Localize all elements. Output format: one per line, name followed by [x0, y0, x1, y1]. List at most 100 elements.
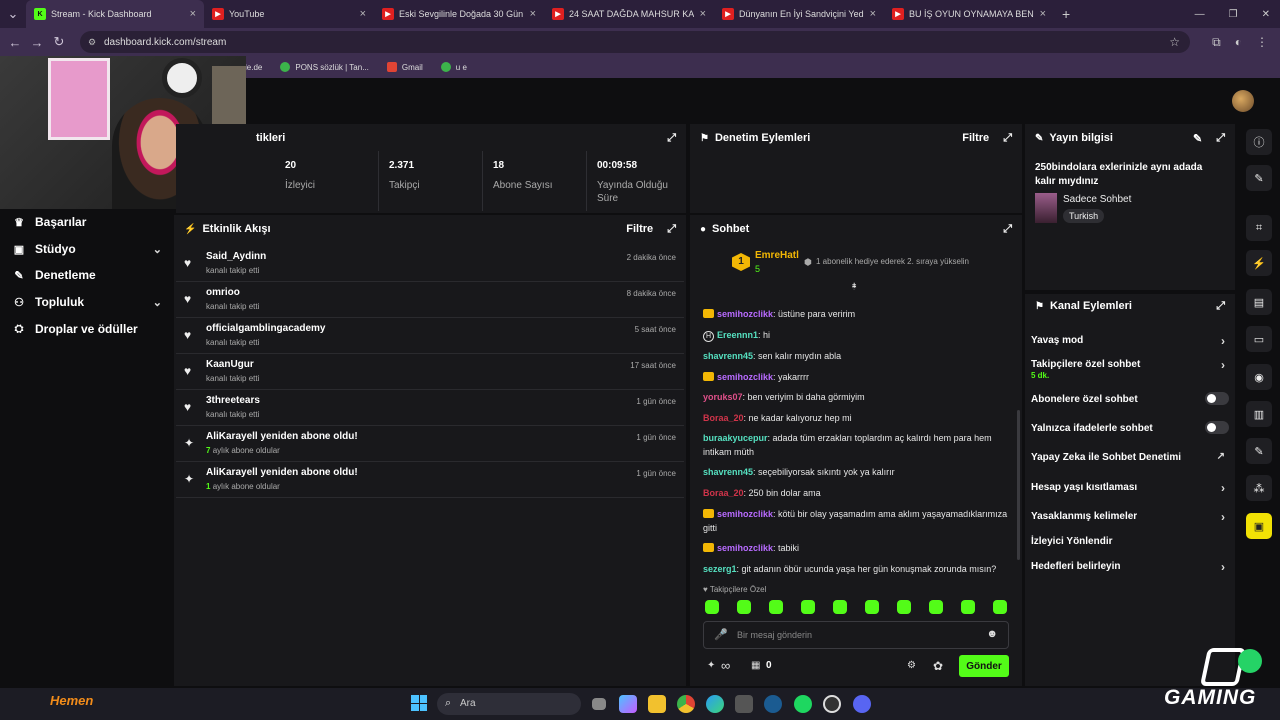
notes-icon[interactable]: ▤	[1246, 289, 1272, 315]
user-avatar[interactable]	[1232, 90, 1254, 112]
broadcast-icon[interactable]: ◉	[1246, 364, 1272, 390]
obs-icon[interactable]	[823, 695, 841, 713]
browser-tab[interactable]: ▶ 24 SAAT DAĞDA MAHSUR KAL ×	[544, 0, 714, 28]
nav-item[interactable]: ♛ Başarılar	[12, 215, 162, 229]
chat-icon[interactable]: ▭	[1246, 326, 1272, 352]
users-icon[interactable]: ⁂	[1246, 475, 1272, 501]
activity-item[interactable]: ✦ AliKarayell yeniden abone oldu! 1 aylı…	[176, 462, 684, 498]
chat-username[interactable]: semihozclikk	[717, 372, 773, 382]
back-icon[interactable]: ←	[4, 35, 26, 50]
close-tab-icon[interactable]: ×	[700, 8, 706, 20]
chat-input[interactable]: 🎤 Bir mesaj gönderin ☻	[703, 621, 1009, 649]
mic-icon[interactable]: 🎤	[714, 628, 728, 641]
chevron-right-icon[interactable]: ›	[1221, 358, 1225, 372]
channel-action-item[interactable]: Hedefleri belirleyin ›	[1031, 560, 1229, 574]
emote-icon[interactable]	[993, 600, 1007, 614]
chat-scrollbar[interactable]	[1017, 410, 1020, 560]
edge-icon[interactable]	[706, 695, 724, 713]
activity-item[interactable]: ✦ AliKarayell yeniden abone oldu! 7 aylı…	[176, 426, 684, 462]
channel-action-item[interactable]: Takipçilere özel sohbet 5 dk. ›	[1031, 358, 1229, 380]
activity-item[interactable]: ♥ omrioo kanalı takip etti 8 dakika önce	[176, 282, 684, 318]
emoji-icon[interactable]: ☻	[986, 628, 998, 640]
edit-icon[interactable]: ✎	[1193, 132, 1202, 145]
discord-icon[interactable]	[853, 695, 871, 713]
chevron-right-icon[interactable]: ›	[1221, 510, 1225, 524]
info-icon[interactable]: ⓘ	[1246, 129, 1272, 155]
edit-icon[interactable]: ✎	[1246, 165, 1272, 191]
scan-icon[interactable]: ⌗	[1246, 215, 1272, 241]
chat-username[interactable]: shavrenn45	[703, 351, 753, 361]
copilot-icon[interactable]	[619, 695, 637, 713]
site-info-icon[interactable]: ⚙	[88, 37, 96, 48]
nav-item[interactable]: ▣ Stüdyo ⌄	[12, 242, 162, 256]
reload-icon[interactable]: ↻	[48, 34, 70, 50]
close-tab-icon[interactable]: ×	[530, 8, 536, 20]
emote-icon[interactable]	[801, 600, 815, 614]
browser-tab[interactable]: ▶ Dünyanın En İyi Sandviçini Yed ×	[714, 0, 884, 28]
explorer-icon[interactable]	[648, 695, 666, 713]
emote-icon[interactable]	[865, 600, 879, 614]
bookmark-item[interactable]: PONS sözlük | Tan...	[280, 62, 369, 72]
activity-item[interactable]: ♥ KaanUgur kanalı takip etti 17 saat önc…	[176, 354, 684, 390]
channel-action-item[interactable]: Yasaklanmış kelimeler ›	[1031, 510, 1229, 524]
activity-item[interactable]: ♥ 3threetears kanalı takip etti 1 gün ön…	[176, 390, 684, 426]
emote-icon[interactable]	[961, 600, 975, 614]
browser-tab[interactable]: ▶ Eski Sevgilinle Doğada 30 Gün ×	[374, 0, 544, 28]
chat-username[interactable]: shavrenn45	[703, 467, 753, 477]
expand-icon[interactable]: ⤢	[1003, 132, 1012, 145]
settings-icon[interactable]: ⚙	[907, 660, 916, 671]
menu-icon[interactable]: ⋮	[1256, 35, 1268, 50]
profile-icon[interactable]: ◐	[1235, 35, 1242, 50]
channel-action-item[interactable]: Hesap yaşı kısıtlaması ›	[1031, 481, 1229, 495]
new-tab-button[interactable]: +	[1062, 6, 1070, 22]
close-tab-icon[interactable]: ×	[870, 8, 876, 20]
chat-username[interactable]: Boraa_20	[703, 488, 744, 498]
close-tab-icon[interactable]: ×	[1040, 8, 1046, 20]
chat-username[interactable]: Boraa_20	[703, 413, 744, 423]
browser-tab[interactable]: ▶ YouTube ×	[204, 0, 374, 28]
toggle-switch[interactable]	[1205, 421, 1229, 434]
bookmark-item[interactable]: Gmail	[386, 62, 423, 72]
emote-icon[interactable]	[769, 600, 783, 614]
close-tab-icon[interactable]: ×	[360, 8, 366, 20]
windows-start-icon[interactable]	[411, 695, 427, 711]
chat-username[interactable]: semihozclikk	[717, 509, 773, 519]
emote-picker-icon[interactable]: ✿	[933, 659, 943, 673]
wrench-icon[interactable]: ✎	[1246, 438, 1272, 464]
taskbar-search[interactable]: ⌕ Ara	[437, 693, 581, 715]
nav-item[interactable]: ✎ Denetleme	[12, 268, 162, 282]
filter-button[interactable]: Filtre	[962, 132, 989, 144]
browser-tab[interactable]: K Stream - Kick Dashboard ×	[26, 0, 204, 28]
emote-icon[interactable]	[737, 600, 751, 614]
bookmark-item[interactable]: le.de	[245, 63, 262, 72]
chevron-right-icon[interactable]: ›	[1221, 334, 1225, 348]
chat-username[interactable]: Ereennn1	[717, 330, 758, 340]
channel-action-item[interactable]: Yalnızca ifadelerle sohbet	[1031, 421, 1229, 434]
chat-username[interactable]: semihozclikk	[717, 309, 773, 319]
chrome-icon[interactable]	[677, 695, 695, 713]
pinned-user[interactable]: EmreHatl	[755, 250, 799, 261]
channel-action-item[interactable]: İzleyici Yönlendir	[1031, 536, 1229, 547]
emote-icon[interactable]	[929, 600, 943, 614]
restore-icon[interactable]: ❐	[1229, 9, 1238, 20]
emote-icon[interactable]	[833, 600, 847, 614]
chat-username[interactable]: sezerg1	[703, 564, 737, 574]
clapper-icon[interactable]: ▣	[1246, 513, 1272, 539]
expand-icon[interactable]: ⤢	[1216, 300, 1225, 313]
send-button[interactable]: Gönder	[959, 655, 1009, 677]
chevron-down-icon[interactable]: ⌄	[153, 296, 162, 309]
minimize-icon[interactable]: —	[1195, 9, 1205, 20]
chat-username[interactable]: semihozclikk	[717, 543, 773, 553]
chevron-right-icon[interactable]: ›	[1221, 481, 1225, 495]
nav-item[interactable]: ⛭ Droplar ve ödüller	[12, 322, 162, 336]
tab-search-icon[interactable]: ⌄	[0, 6, 26, 22]
chat-username[interactable]: buraakyucepur	[703, 433, 768, 443]
chat-username[interactable]: yoruks07	[703, 392, 743, 402]
bookmark-item[interactable]: u e	[440, 62, 467, 72]
language-tag[interactable]: Turkish	[1063, 209, 1105, 223]
layout-icon[interactable]: ▥	[1246, 401, 1272, 427]
emote-icon[interactable]	[897, 600, 911, 614]
channel-action-item[interactable]: Yapay Zeka ile Sohbet Denetimi ↗	[1031, 451, 1229, 463]
close-tab-icon[interactable]: ×	[190, 8, 196, 20]
spotify-icon[interactable]	[794, 695, 812, 713]
